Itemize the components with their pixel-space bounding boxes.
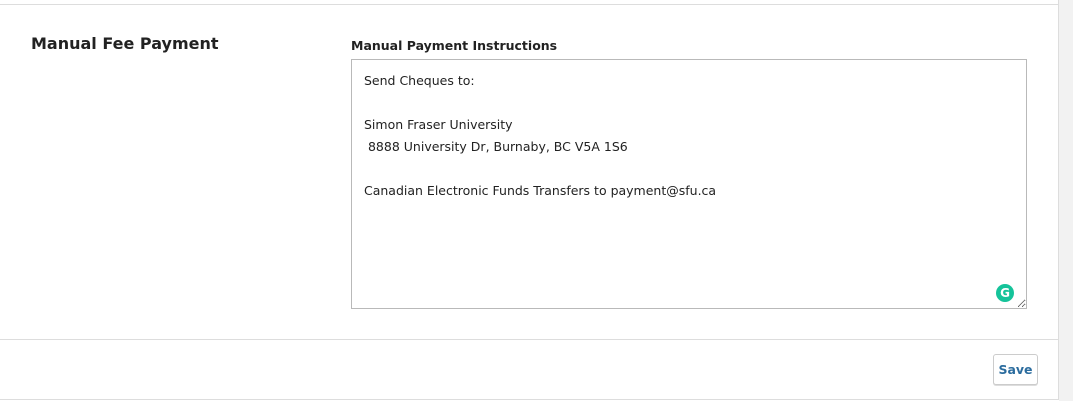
top-divider: [0, 4, 1058, 5]
grammarly-icon[interactable]: G: [996, 284, 1014, 302]
footer-divider: [0, 339, 1058, 340]
instructions-field: G: [351, 59, 1027, 309]
page: Manual Fee Payment Manual Payment Instru…: [0, 0, 1073, 401]
section-title: Manual Fee Payment: [31, 34, 219, 53]
scrollbar-track[interactable]: [1059, 0, 1073, 401]
settings-panel: Manual Fee Payment Manual Payment Instru…: [0, 0, 1059, 400]
grammarly-glyph: G: [1000, 286, 1010, 300]
instructions-label: Manual Payment Instructions: [351, 38, 558, 53]
save-button[interactable]: Save: [993, 354, 1038, 385]
instructions-textarea[interactable]: [351, 59, 1027, 309]
